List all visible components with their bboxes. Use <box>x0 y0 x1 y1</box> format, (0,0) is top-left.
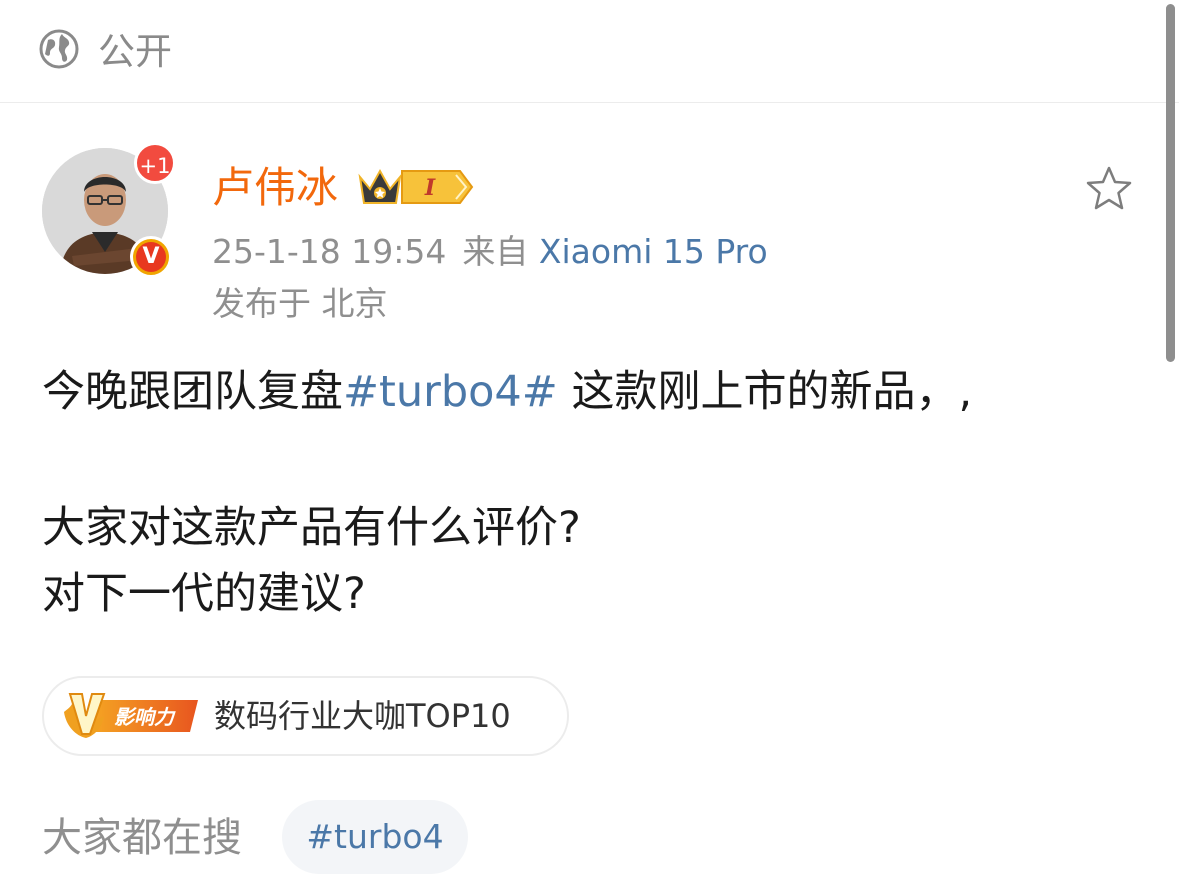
visibility-label: 公开 <box>98 30 172 73</box>
source-prefix: 来自 <box>462 232 529 271</box>
post-text-suffix: 这款刚上市的新品，, <box>557 367 973 417</box>
star-icon[interactable] <box>1084 164 1134 214</box>
post-content: 今晚跟团队复盘#turbo4# 这款刚上市的新品，, 大家对这款产品有什么评价?… <box>42 362 1142 630</box>
post-line-2: 大家对这款产品有什么评价? <box>42 503 581 553</box>
author-name[interactable]: 卢伟冰 <box>212 160 338 216</box>
post-meta: 25-1-18 19:54 来自 Xiaomi 15 Pro <box>212 230 768 274</box>
influence-badge-text: 影响力 <box>114 705 176 729</box>
post-line-3: 对下一代的建议? <box>42 569 366 619</box>
topic-link[interactable]: #turbo4# <box>343 367 558 417</box>
post-text-prefix: 今晚跟团队复盘 <box>42 367 343 417</box>
trending-chip-text: #turbo4 <box>306 817 444 856</box>
globe-icon <box>39 29 79 69</box>
trending-chip[interactable]: #turbo4 <box>282 800 468 874</box>
source-device-link[interactable]: Xiaomi 15 Pro <box>539 232 768 271</box>
influence-badge-icon: 影响力 <box>64 693 198 738</box>
post-line-1: 今晚跟团队复盘#turbo4# 这款刚上市的新品，, <box>42 362 1142 428</box>
verified-letter: V <box>136 242 166 272</box>
trending-label: 大家都在搜 <box>42 815 242 861</box>
scrollbar[interactable] <box>1166 4 1175 362</box>
visibility-bar: 公开 <box>0 0 1179 103</box>
verified-badge: V <box>130 236 172 278</box>
post-location: 发布于 北京 <box>212 284 388 323</box>
svg-text:I: I <box>424 175 436 201</box>
influence-label: 数码行业大咖TOP10 <box>214 697 511 735</box>
crown-level-badge-icon[interactable]: I <box>356 163 474 211</box>
follower-plus-badge: +1 <box>134 142 176 184</box>
influence-tag[interactable]: 影响力 数码行业大咖TOP10 <box>42 676 569 756</box>
weibo-post-page: 公开 +1 V 卢伟冰 I I <box>0 0 1179 878</box>
post-time: 25-1-18 19:54 <box>212 232 447 271</box>
